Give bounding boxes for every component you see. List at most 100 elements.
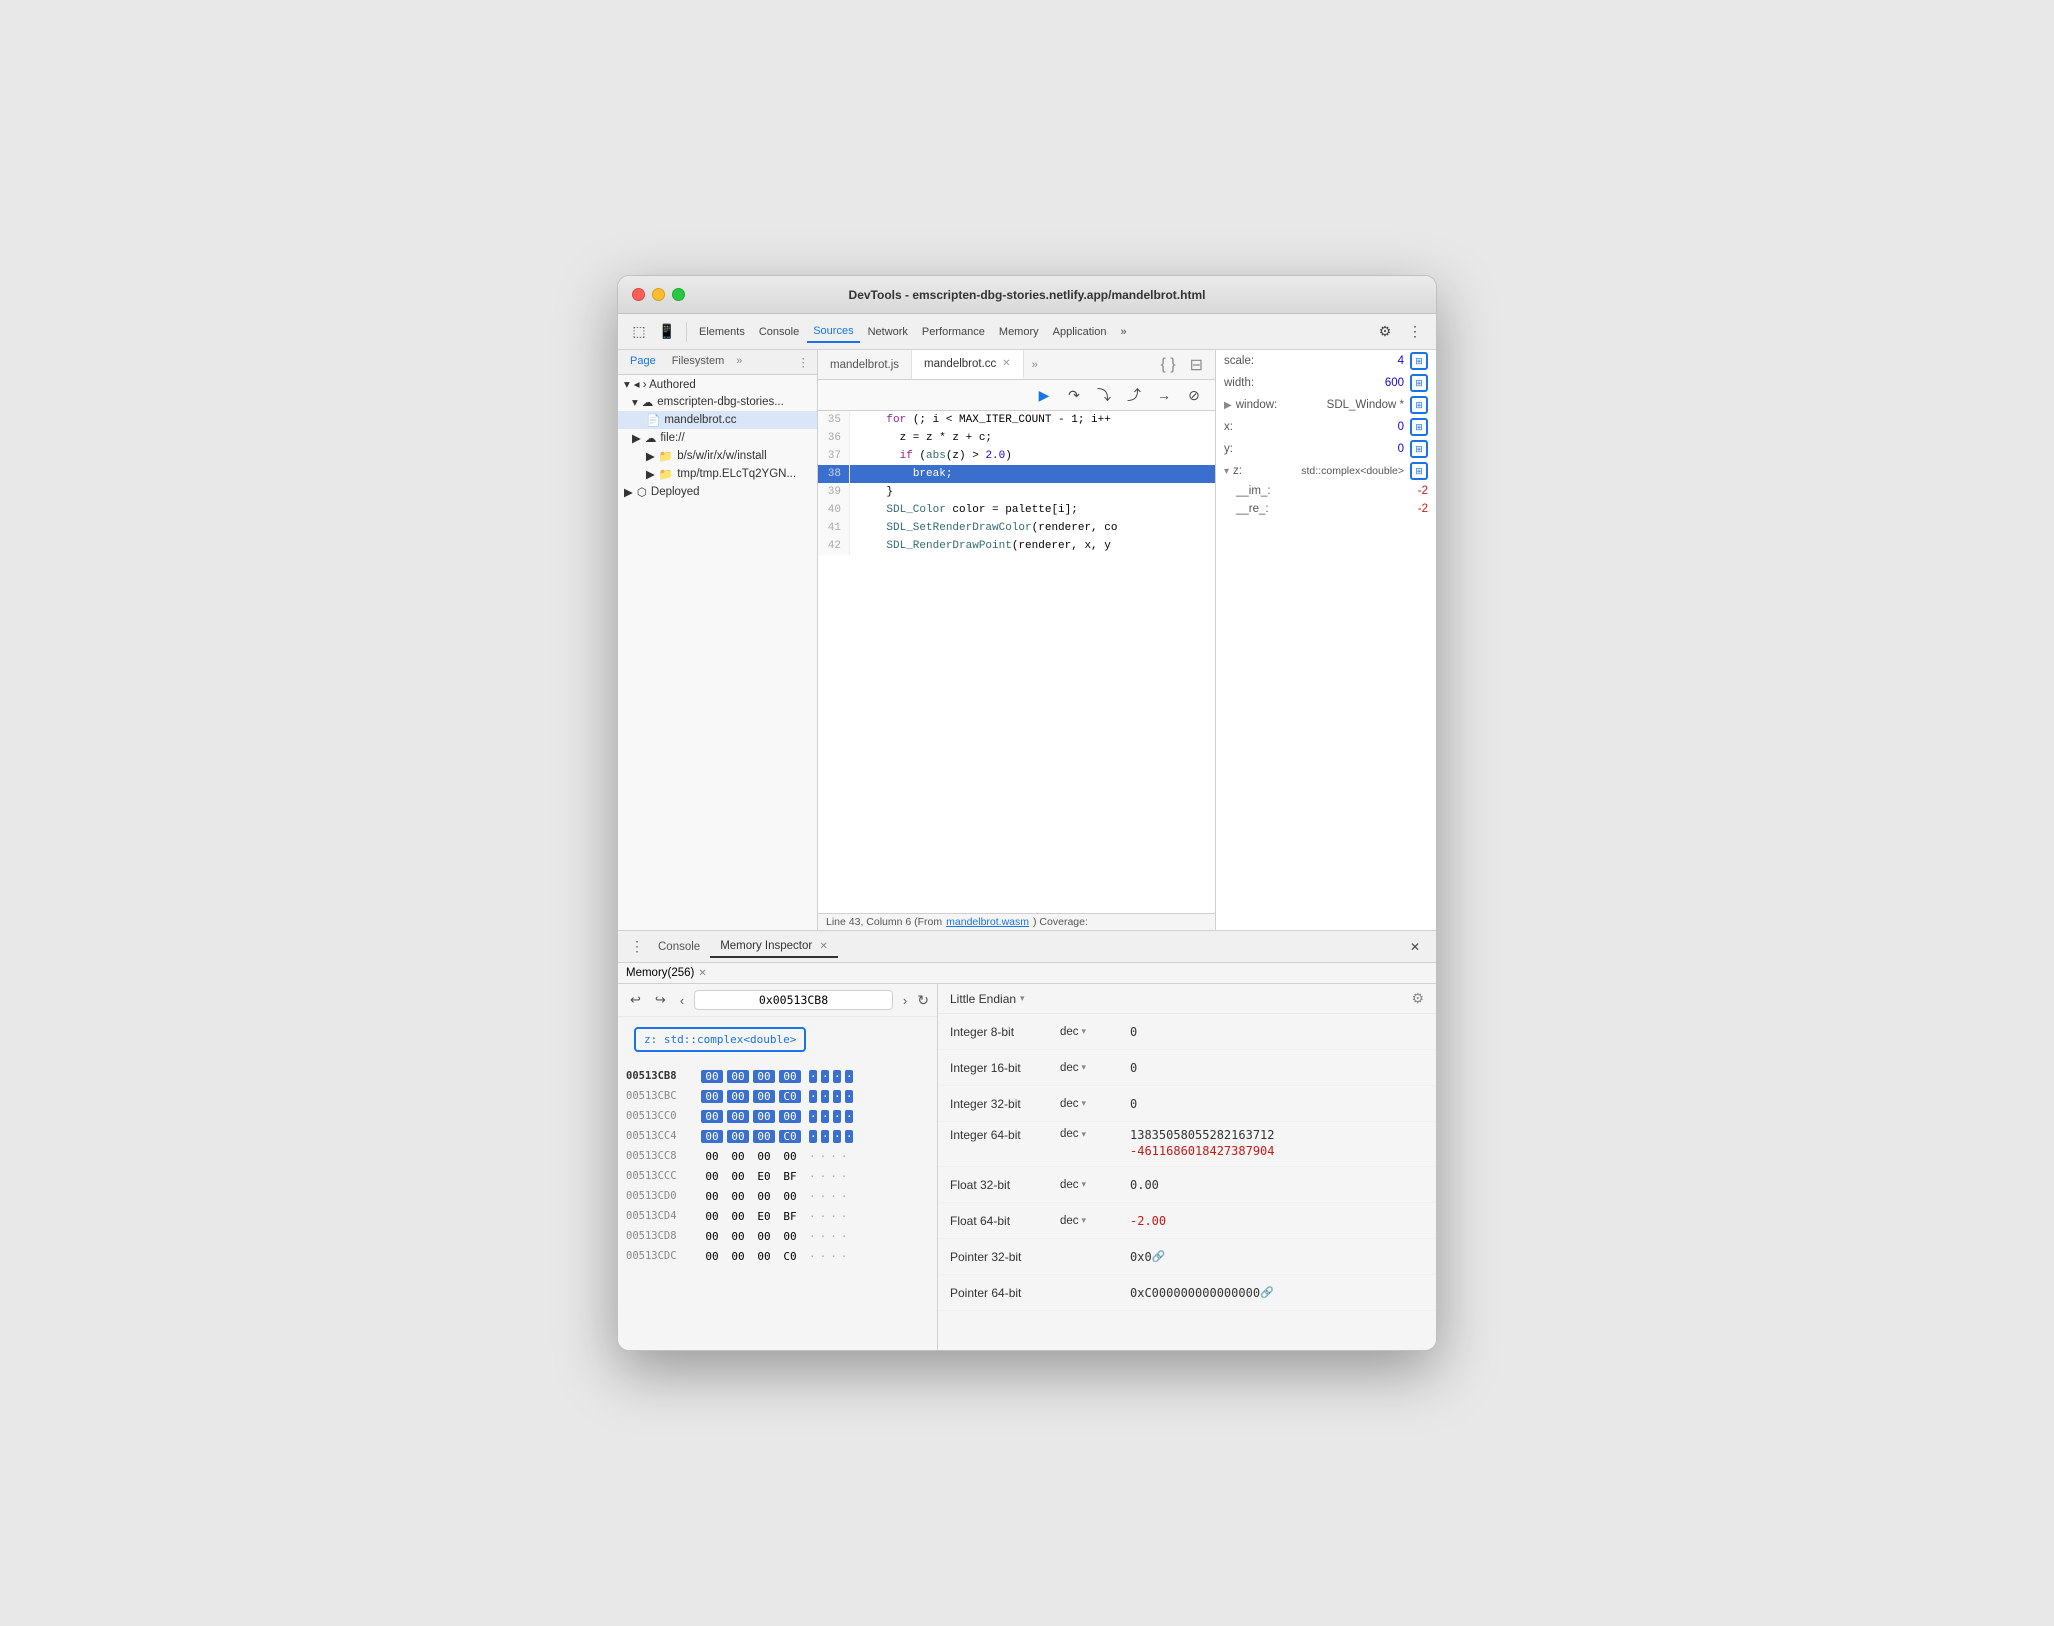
tree-authored[interactable]: ▾ ◂ › Authored: [618, 375, 817, 393]
tab-performance[interactable]: Performance: [916, 322, 991, 342]
settings-icon[interactable]: ⚙: [1372, 319, 1398, 345]
byte-2-2[interactable]: 00: [753, 1110, 775, 1123]
tab-mandelbrot-js[interactable]: mandelbrot.js: [818, 350, 912, 379]
memory-inspector-close[interactable]: ✕: [819, 941, 827, 952]
byte-1-1[interactable]: 00: [727, 1090, 749, 1103]
resume-button[interactable]: ▶: [1031, 382, 1057, 408]
scope-window-icon[interactable]: ⊞: [1410, 396, 1428, 414]
sidebar-tab-page[interactable]: Page: [622, 350, 664, 374]
more-options-icon[interactable]: ⋮: [1402, 319, 1428, 345]
byte-4-3[interactable]: 00: [779, 1150, 801, 1163]
byte-0-2[interactable]: 00: [753, 1070, 775, 1083]
byte-3-3[interactable]: C0: [779, 1130, 801, 1143]
close-button[interactable]: [632, 288, 645, 301]
bottom-tab-memory-inspector[interactable]: Memory Inspector ✕: [710, 936, 838, 958]
byte-2-0[interactable]: 00: [701, 1110, 723, 1123]
back-button[interactable]: ↩: [626, 990, 645, 1010]
byte-2-1[interactable]: 00: [727, 1110, 749, 1123]
close-bottom-panel[interactable]: ✕: [1402, 934, 1428, 960]
inspect-icon[interactable]: ⬚: [626, 319, 652, 345]
memory-tag-close[interactable]: ✕: [698, 968, 706, 979]
byte-3-0[interactable]: 00: [701, 1130, 723, 1143]
next-button[interactable]: ›: [899, 991, 911, 1010]
tab-memory[interactable]: Memory: [993, 322, 1045, 342]
interpreter-settings[interactable]: ⚙: [1411, 990, 1424, 1007]
byte-5-1[interactable]: 00: [727, 1170, 749, 1183]
maximize-button[interactable]: [672, 288, 685, 301]
tab-elements[interactable]: Elements: [693, 322, 751, 342]
byte-7-3[interactable]: BF: [779, 1210, 801, 1223]
tab-network[interactable]: Network: [862, 322, 914, 342]
deactivate-button[interactable]: ⊘: [1181, 382, 1207, 408]
byte-8-3[interactable]: 00: [779, 1230, 801, 1243]
byte-8-1[interactable]: 00: [727, 1230, 749, 1243]
step-into-button[interactable]: ⤵: [1091, 382, 1117, 408]
tree-mandelbrot-cc[interactable]: 📄 mandelbrot.cc: [618, 411, 817, 429]
step-out-button[interactable]: ⤴: [1121, 382, 1147, 408]
scope-z-memory-icon[interactable]: ⊞: [1410, 462, 1428, 480]
byte-4-1[interactable]: 00: [727, 1150, 749, 1163]
byte-6-2[interactable]: 00: [753, 1190, 775, 1203]
tree-file[interactable]: ▶ ☁ file://: [618, 429, 817, 447]
byte-9-0[interactable]: 00: [701, 1250, 723, 1263]
byte-8-2[interactable]: 00: [753, 1230, 775, 1243]
byte-0-0[interactable]: 00: [701, 1070, 723, 1083]
int64-fmt[interactable]: dec ▾: [1060, 1128, 1130, 1140]
byte-5-2[interactable]: E0: [753, 1170, 775, 1183]
byte-4-2[interactable]: 00: [753, 1150, 775, 1163]
device-toggle-icon[interactable]: 📱: [654, 319, 680, 345]
tab-application[interactable]: Application: [1047, 322, 1113, 342]
byte-6-0[interactable]: 00: [701, 1190, 723, 1203]
byte-7-2[interactable]: E0: [753, 1210, 775, 1223]
scope-scale-icon[interactable]: ⊞: [1410, 352, 1428, 370]
byte-5-3[interactable]: BF: [779, 1170, 801, 1183]
byte-4-0[interactable]: 00: [701, 1150, 723, 1163]
byte-7-1[interactable]: 00: [727, 1210, 749, 1223]
ptr32-link[interactable]: 🔗: [1152, 1250, 1166, 1263]
tree-deployed[interactable]: ▶ ⬡ Deployed: [618, 483, 817, 501]
tab-cc-close[interactable]: ✕: [1002, 358, 1010, 369]
byte-2-3[interactable]: 00: [779, 1110, 801, 1123]
forward-button[interactable]: ↪: [651, 990, 670, 1010]
byte-7-0[interactable]: 00: [701, 1210, 723, 1223]
format-icon[interactable]: { }: [1156, 354, 1179, 376]
endian-selector[interactable]: Little Endian ▾: [950, 992, 1025, 1006]
byte-5-0[interactable]: 00: [701, 1170, 723, 1183]
byte-6-3[interactable]: 00: [779, 1190, 801, 1203]
tree-tmp[interactable]: ▶ 📁 tmp/tmp.ELcTq2YGN...: [618, 465, 817, 483]
int16-fmt[interactable]: dec ▾: [1060, 1062, 1130, 1074]
wasm-link[interactable]: mandelbrot.wasm: [946, 916, 1029, 928]
prev-button[interactable]: ‹: [676, 991, 688, 1010]
scope-y-icon[interactable]: ⊞: [1410, 440, 1428, 458]
address-input[interactable]: [694, 990, 893, 1010]
refresh-button[interactable]: ↻: [917, 992, 929, 1009]
float32-fmt[interactable]: dec ▾: [1060, 1179, 1130, 1191]
sidebar-more-menu[interactable]: ⋮: [794, 350, 814, 374]
byte-1-2[interactable]: 00: [753, 1090, 775, 1103]
bottom-dots-menu[interactable]: ⋮: [626, 938, 648, 955]
byte-9-2[interactable]: 00: [753, 1250, 775, 1263]
code-editor[interactable]: 35 for (; i < MAX_ITER_COUNT - 1; i++ 36…: [818, 411, 1215, 913]
tab-more[interactable]: »: [1114, 322, 1132, 342]
tab-console[interactable]: Console: [753, 322, 805, 342]
byte-6-1[interactable]: 00: [727, 1190, 749, 1203]
panel-icon[interactable]: ⊟: [1186, 353, 1207, 377]
byte-9-3[interactable]: C0: [779, 1250, 801, 1263]
tab-mandelbrot-cc[interactable]: mandelbrot.cc ✕: [912, 350, 1024, 379]
byte-1-3[interactable]: C0: [779, 1090, 801, 1103]
tree-emscripten-host[interactable]: ▾ ☁ emscripten-dbg-stories...: [618, 393, 817, 411]
sidebar-tab-more[interactable]: »: [732, 350, 746, 374]
byte-0-1[interactable]: 00: [727, 1070, 749, 1083]
int8-fmt[interactable]: dec ▾: [1060, 1026, 1130, 1038]
int32-fmt[interactable]: dec ▾: [1060, 1098, 1130, 1110]
byte-3-2[interactable]: 00: [753, 1130, 775, 1143]
byte-3-1[interactable]: 00: [727, 1130, 749, 1143]
byte-9-1[interactable]: 00: [727, 1250, 749, 1263]
float64-fmt[interactable]: dec ▾: [1060, 1215, 1130, 1227]
byte-0-3[interactable]: 00: [779, 1070, 801, 1083]
step-over-button[interactable]: ↷: [1061, 382, 1087, 408]
tab-sources[interactable]: Sources: [807, 321, 859, 343]
ptr64-link[interactable]: 🔗: [1260, 1286, 1274, 1299]
step-button[interactable]: →: [1151, 382, 1177, 408]
bottom-tab-console[interactable]: Console: [648, 937, 710, 957]
